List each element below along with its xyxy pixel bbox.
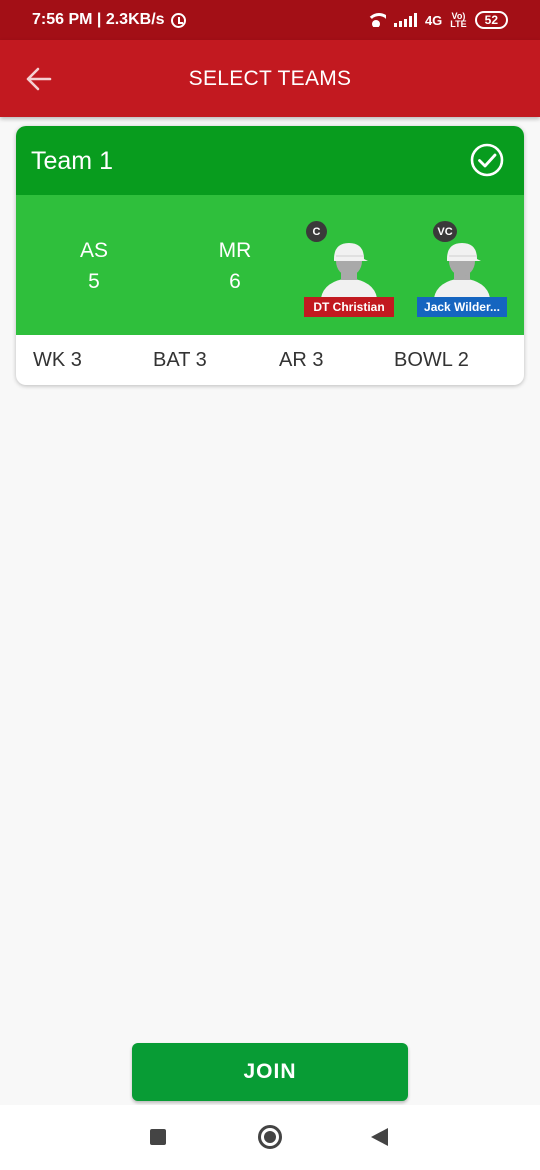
network-type: 4G [424,12,443,28]
captain-name: DT Christian [304,297,394,317]
captain-player: C DT Christian [294,221,404,317]
volte-label: Vo) LTE [450,12,467,29]
vice-captain-player: VC Jack Wilder... [407,221,517,317]
ar-count: AR 3 [279,349,324,371]
team-body: AS 5 MR 6 C DT Christian VC Jack Wilder.… [16,195,524,335]
team-a-code: AS [79,239,108,262]
team-b-count: 6 [229,270,241,293]
status-bar: 7:56 PM | 2.3KB/s 4G Vo) LTE 52 [0,0,540,40]
time-speed: 7:56 PM | 2.3KB/s [32,11,165,28]
join-button[interactable]: JOIN [132,1043,408,1101]
team-card[interactable]: Team 1 AS 5 MR 6 C DT Christian VC Jack … [16,126,524,385]
captain-badge: C [306,221,327,242]
page-title: SELECT TEAMS [188,67,352,90]
wifi-icon [365,13,386,27]
battery-icon: 52 [474,11,508,29]
team-a-stat: AS 5 [54,235,134,297]
player-avatar-icon [434,243,490,298]
team-b-stat: MR 6 [195,235,275,297]
player-avatar-icon [321,243,377,298]
app-bar: SELECT TEAMS [0,40,540,117]
team-a-count: 5 [88,270,100,293]
check-circle-icon[interactable] [470,143,504,177]
team-header: Team 1 [16,126,524,195]
bowl-count: BOWL 2 [394,349,469,371]
volte-bottom: LTE [450,19,467,29]
bat-count: BAT 3 [153,349,207,371]
back-triangle-icon[interactable] [371,1128,388,1146]
status-right: 4G Vo) LTE 52 [365,11,508,29]
vice-captain-name: Jack Wilder... [417,297,507,317]
team-b-code: MR [218,239,252,262]
vice-captain-badge: VC [433,221,457,242]
home-icon[interactable] [258,1125,282,1149]
recent-apps-icon[interactable] [150,1129,166,1145]
status-left: 7:56 PM | 2.3KB/s [32,11,186,29]
alarm-icon [170,12,186,28]
wk-count: WK 3 [33,349,82,371]
team-name: Team 1 [31,147,113,175]
team-composition: WK 3 BAT 3 AR 3 BOWL 2 [16,335,524,385]
signal-icon [393,13,417,27]
system-nav-bar [0,1105,540,1170]
